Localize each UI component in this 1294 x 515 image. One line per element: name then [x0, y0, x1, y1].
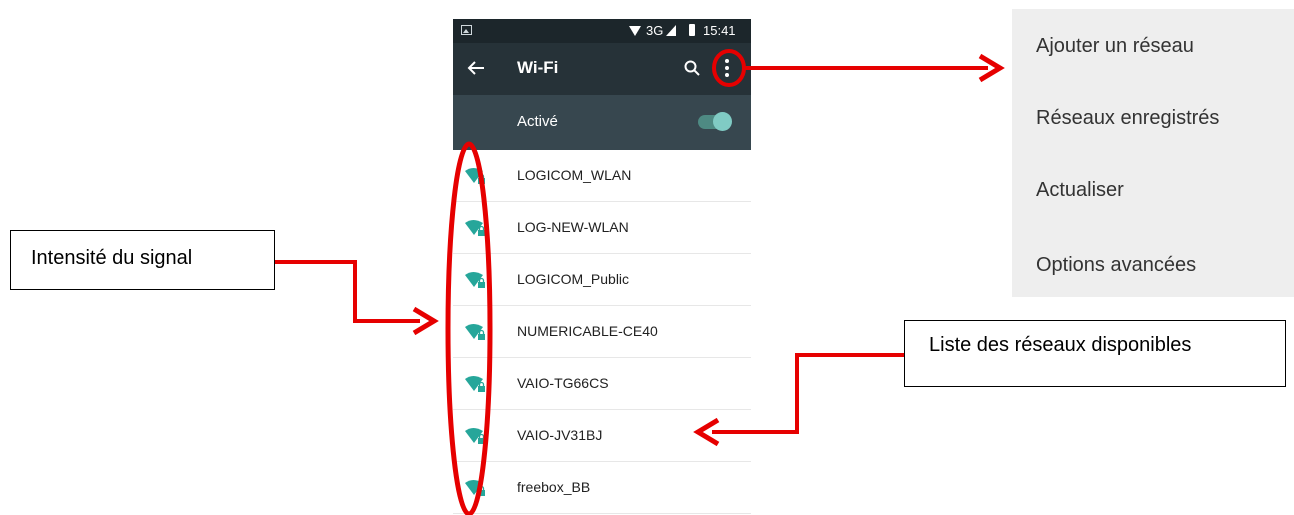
more-options-highlight-circle [712, 49, 746, 87]
annotation-overlay [275, 49, 1005, 515]
list-arrow-line [712, 353, 904, 434]
signal-arrow-line [275, 260, 420, 323]
signal-icons-highlight-ellipse [445, 141, 493, 515]
